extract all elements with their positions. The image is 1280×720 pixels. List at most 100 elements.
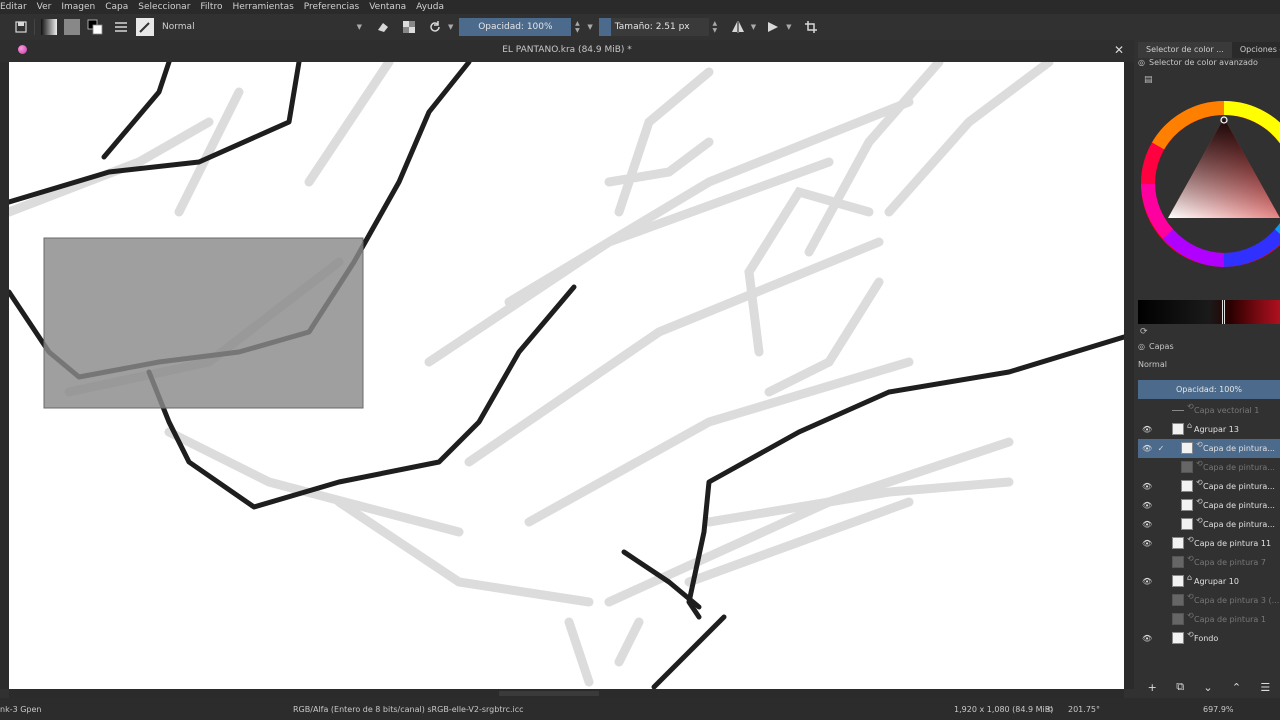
color-history-strip[interactable] — [1138, 300, 1280, 324]
layer-row[interactable]: 👁 ⟲Capa de pintura 3 (... — [1138, 591, 1280, 610]
menu-item-filtro[interactable]: Filtro — [195, 2, 227, 12]
layer-type-icon: ⟲ — [1187, 630, 1194, 639]
visibility-eye-icon[interactable]: 👁 — [1142, 425, 1152, 434]
check-icon[interactable]: ✓ — [1157, 444, 1165, 453]
selection-preview — [43, 237, 364, 409]
visibility-eye-icon[interactable]: 👁 — [1142, 406, 1152, 415]
layer-row[interactable]: 👁 ⟲Capa de pintura 7 — [1138, 553, 1280, 572]
color-strip-marker[interactable] — [1222, 300, 1225, 324]
layer-row[interactable]: 👁 ⟲Capa de pintura... — [1138, 496, 1280, 515]
visibility-eye-icon[interactable]: 👁 — [1142, 634, 1152, 643]
menu-bar: Editar Ver Imagen Capa Seleccionar Filtro Herr… — [0, 0, 1280, 14]
chevron-down-icon[interactable]: ▼ — [747, 23, 760, 31]
layers-blend-mode[interactable]: Normal — [1138, 360, 1167, 369]
layer-toolbar: + ⧉ ⌄ ⌃ ☰ — [1138, 678, 1280, 696]
horizontal-scrollbar[interactable] — [9, 689, 1124, 698]
menu-item-herramientas[interactable]: Herramientas — [227, 2, 298, 12]
duplicate-layer-icon[interactable]: ⧉ — [1176, 680, 1184, 694]
blend-mode-value: Normal — [162, 22, 195, 32]
mirror-vertical-icon[interactable] — [764, 18, 782, 36]
menu-item-ventana[interactable]: Ventana — [364, 2, 411, 12]
visibility-eye-icon[interactable]: 👁 — [1142, 596, 1152, 605]
drawing-canvas[interactable] — [9, 62, 1124, 689]
menu-item-ayuda[interactable]: Ayuda — [411, 2, 449, 12]
layer-row[interactable]: 👁 ⟲ Capa de pintura 11 — [1138, 534, 1280, 553]
document-tab-bar: EL PANTANO.kra (84.9 MiB) * ✕ — [0, 40, 1134, 62]
menu-item-preferencias[interactable]: Preferencias — [299, 2, 364, 12]
layer-row[interactable]: 👁 ⌂ Agrupar 10 — [1138, 572, 1280, 591]
panel-float-icon[interactable]: ◎ — [1138, 342, 1145, 351]
visibility-eye-icon[interactable]: 👁 — [1142, 558, 1152, 567]
move-up-icon[interactable]: ⌃ — [1232, 681, 1241, 694]
eraser-icon[interactable] — [374, 18, 392, 36]
visibility-eye-icon[interactable]: 👁 — [1142, 463, 1152, 472]
layer-row[interactable]: 👁 ⟲ Fondo — [1138, 629, 1280, 648]
layer-type-icon: ⟲ — [1196, 497, 1203, 506]
panel-float-icon[interactable]: ◎ — [1138, 58, 1145, 67]
settings-icon[interactable]: ▤ — [1144, 75, 1154, 85]
menu-item-ver[interactable]: Ver — [32, 2, 57, 12]
rotation-icon[interactable]: ⟲ — [1046, 705, 1053, 714]
menu-item-capa[interactable]: Capa — [100, 2, 133, 12]
color-wheel[interactable] — [1138, 98, 1280, 274]
layer-type-icon: ⟲ — [1196, 478, 1203, 487]
size-slider[interactable]: Tamaño: 2.51 px — [598, 18, 709, 36]
blend-mode-select[interactable]: Normal ▼ — [158, 18, 370, 36]
wrap-icon[interactable] — [802, 18, 820, 36]
layer-opacity-slider[interactable]: Opacidad: 100% — [1138, 380, 1280, 399]
layer-list: 👁⟲Capa vectorial 1👁⌂Agrupar 13👁✓⟲Capa de… — [1138, 401, 1280, 648]
mirror-horizontal-icon[interactable] — [729, 18, 747, 36]
visibility-eye-icon[interactable]: 👁 — [1142, 520, 1152, 529]
layer-name: Capa de pintura 1 — [1194, 615, 1266, 624]
alpha-lock-icon[interactable] — [400, 18, 418, 36]
add-layer-icon[interactable]: + — [1148, 681, 1157, 694]
layer-row[interactable]: 👁 ⟲Capa vectorial 1 — [1138, 401, 1280, 420]
right-dock: Selector de color ... Opciones de ◎ Sele… — [1134, 40, 1280, 698]
layer-row[interactable]: 👁 ✓ ⟲ Capa de pintura... — [1138, 439, 1280, 458]
refresh-icon[interactable]: ⟳ — [1140, 327, 1148, 337]
scrollbar-thumb[interactable] — [499, 691, 599, 696]
chevron-down-icon[interactable]: ▼ — [782, 23, 795, 31]
tab-color-selector[interactable]: Selector de color ... — [1138, 42, 1232, 58]
menu-item-seleccionar[interactable]: Seleccionar — [133, 2, 195, 12]
opacity-slider[interactable]: Opacidad: 100% — [459, 18, 572, 36]
visibility-eye-icon[interactable]: 👁 — [1142, 539, 1152, 548]
chevron-down-icon[interactable]: ▼ — [583, 23, 596, 31]
layer-name: Capa de pintura 11 — [1194, 539, 1272, 548]
visibility-eye-icon[interactable]: 👁 — [1142, 577, 1152, 586]
reload-icon[interactable] — [426, 18, 444, 36]
layer-row[interactable]: 👁 ⟲Capa de pintura... — [1138, 515, 1280, 534]
pattern-icon[interactable] — [64, 19, 80, 35]
menu-item-imagen[interactable]: Imagen — [56, 2, 100, 12]
brush-icon[interactable] — [136, 18, 154, 36]
gradient-icon[interactable] — [41, 19, 57, 35]
save-icon[interactable] — [12, 18, 30, 36]
close-icon[interactable]: ✕ — [1114, 43, 1124, 57]
layer-row[interactable]: 👁 ⟲Capa de pintura 1 — [1138, 610, 1280, 629]
layer-row[interactable]: 👁 ⌂ Agrupar 13 — [1138, 420, 1280, 439]
layer-name: Capa de pintura... — [1203, 463, 1275, 472]
layer-properties-icon[interactable]: ☰ — [1260, 681, 1270, 694]
toolbar: Normal ▼ ▼ Opacidad: 100% ▲ ▼ ▼ Tamaño: 2… — [0, 14, 1280, 40]
opacity-spinner[interactable]: ▲ ▼ — [571, 18, 583, 36]
status-brush: nk-3 Gpen — [0, 705, 42, 714]
move-down-icon[interactable]: ⌄ — [1203, 681, 1212, 694]
visibility-eye-icon[interactable]: 👁 — [1142, 501, 1152, 510]
layer-thumbnail — [1172, 410, 1184, 411]
layers-title: Capas — [1148, 342, 1174, 351]
status-dimensions: 1,920 x 1,080 (84.9 MiB) — [954, 705, 1054, 714]
layer-row[interactable]: 👁 ⟲Capa de pintura... — [1138, 458, 1280, 477]
layer-thumbnail — [1172, 537, 1184, 549]
brush-presets-icon[interactable] — [112, 18, 130, 36]
layer-row[interactable]: 👁 ⟲Capa de pintura... — [1138, 477, 1280, 496]
tab-tool-options[interactable]: Opciones de — [1231, 42, 1280, 58]
layer-name: Capa de pintura... — [1203, 482, 1275, 491]
visibility-eye-icon[interactable]: 👁 — [1142, 444, 1152, 453]
menu-item-editar[interactable]: Editar — [0, 2, 32, 12]
layer-thumbnail — [1172, 575, 1184, 587]
visibility-eye-icon[interactable]: 👁 — [1142, 615, 1152, 624]
color-swap-icon[interactable] — [86, 18, 104, 36]
visibility-eye-icon[interactable]: 👁 — [1142, 482, 1152, 491]
size-spinner[interactable]: ▲ ▼ — [709, 18, 721, 36]
chevron-down-icon[interactable]: ▼ — [444, 23, 457, 31]
